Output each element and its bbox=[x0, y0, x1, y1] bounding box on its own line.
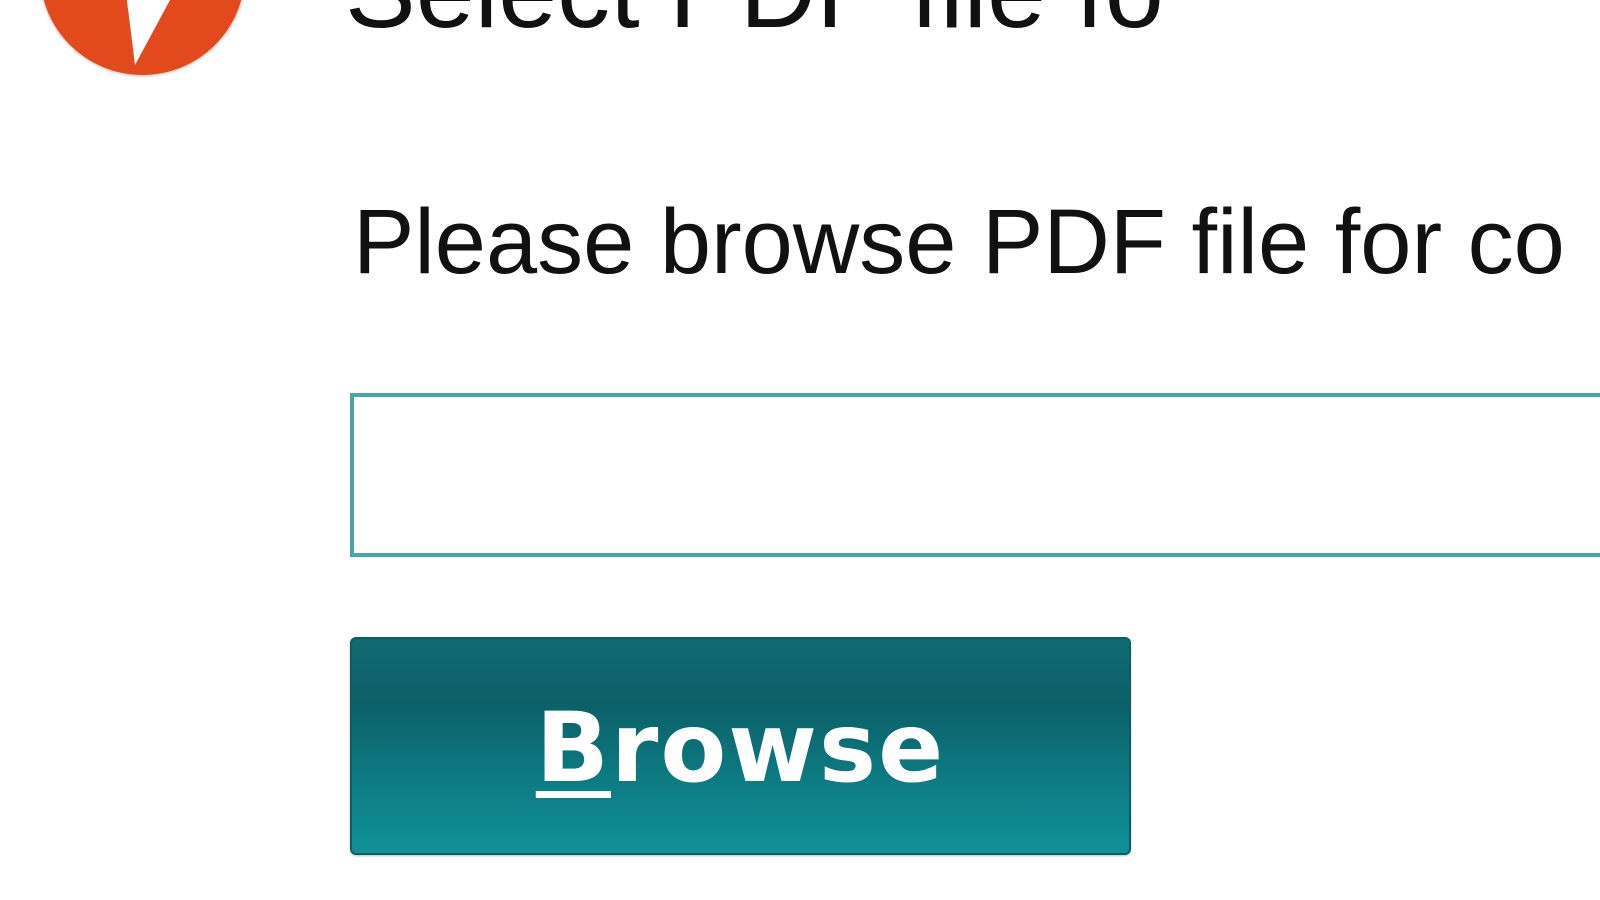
arrow-marker-glyph bbox=[126, 0, 170, 65]
instruction-text: Please browse PDF file for co bbox=[353, 191, 1565, 293]
page-title: Select PDF file fo bbox=[345, 0, 1164, 44]
arrow-marker-icon bbox=[40, 0, 245, 75]
browse-button[interactable]: Browse bbox=[350, 637, 1131, 855]
wizard-page: Select PDF file fo Please browse PDF fil… bbox=[0, 0, 1600, 900]
browse-button-mnemonic: B bbox=[535, 692, 611, 804]
browse-button-label: Browse bbox=[536, 692, 945, 804]
pdf-file-path-input[interactable] bbox=[350, 393, 1600, 557]
browse-button-label-rest: rowse bbox=[610, 692, 946, 804]
